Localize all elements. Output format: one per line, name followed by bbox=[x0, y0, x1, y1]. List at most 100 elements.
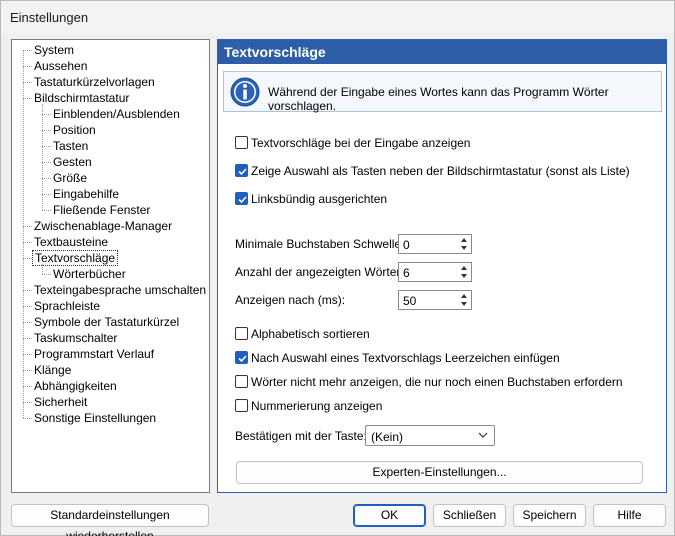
tree-item[interactable]: Taskumschalter bbox=[12, 330, 209, 346]
tree-connector bbox=[23, 258, 32, 259]
info-text: Während der Eingabe eines Wortes kann da… bbox=[268, 85, 609, 113]
checkbox-checked[interactable] bbox=[235, 351, 248, 364]
tree-item[interactable]: Eingabehilfe bbox=[12, 186, 209, 202]
tree-item[interactable]: Tastaturkürzelvorlagen bbox=[12, 74, 209, 90]
checkbox-label: Textvorschläge bei der Eingabe anzeigen bbox=[251, 136, 471, 150]
tree-connector bbox=[23, 242, 32, 243]
tree-item-label: Klänge bbox=[34, 363, 72, 377]
checkbox-label: Nummerierung anzeigen bbox=[251, 399, 383, 413]
spin-input[interactable]: 50 bbox=[398, 290, 472, 310]
tree-item[interactable]: Fließende Fenster bbox=[12, 202, 209, 218]
expert-settings-button[interactable]: Experten-Einstellungen... bbox=[236, 461, 643, 484]
spin-field-label: Minimale Buchstaben Schwelle: bbox=[235, 237, 405, 251]
save-button[interactable]: Speichern bbox=[513, 504, 586, 527]
tree-connector bbox=[23, 66, 32, 67]
tree-connector bbox=[23, 370, 32, 371]
spin-down-icon[interactable] bbox=[458, 272, 470, 280]
tree-item-label: Bildschirmtastatur bbox=[34, 91, 130, 105]
checkbox-label: Wörter nicht mehr anzeigen, die nur noch… bbox=[251, 375, 623, 389]
tree-item-label: Programmstart Verlauf bbox=[34, 347, 155, 361]
settings-tree[interactable]: System Aussehen Tastaturkürzelvorlagen Bild… bbox=[11, 39, 210, 493]
checkbox-unchecked[interactable] bbox=[235, 375, 248, 388]
checkbox-label: Nach Auswahl eines Textvorschlags Leerze… bbox=[251, 351, 560, 365]
tree-item[interactable]: Symbole der Tastaturkürzel bbox=[12, 314, 209, 330]
tree-connector bbox=[42, 146, 51, 147]
tree-item[interactable]: Zwischenablage-Manager bbox=[12, 218, 209, 234]
spin-input[interactable]: 6 bbox=[398, 262, 472, 282]
tree-connector bbox=[42, 194, 51, 195]
help-button[interactable]: Hilfe bbox=[593, 504, 666, 527]
tree-item-label: System bbox=[34, 43, 75, 57]
tree-connector bbox=[23, 338, 32, 339]
tree-item[interactable]: Textbausteine bbox=[12, 234, 209, 250]
confirm-key-value: (Kein) bbox=[371, 430, 404, 444]
tree-connector bbox=[42, 162, 51, 163]
tree-item[interactable]: Sprachleiste bbox=[12, 298, 209, 314]
tree-item[interactable]: Sonstige Einstellungen bbox=[12, 410, 209, 426]
tree-item-label: Symbole der Tastaturkürzel bbox=[34, 315, 180, 329]
checkbox-unchecked[interactable] bbox=[235, 327, 248, 340]
tree-item-label: Fließende Fenster bbox=[53, 203, 151, 217]
settings-window: Einstellungen System Aussehen Tastaturkürz… bbox=[0, 0, 675, 536]
tree-item[interactable]: Einblenden/Ausblenden bbox=[12, 106, 209, 122]
tree-connector bbox=[23, 354, 32, 355]
close-button[interactable]: Schließen bbox=[433, 504, 506, 527]
spin-value: 50 bbox=[403, 294, 417, 308]
checkbox-checked[interactable] bbox=[235, 192, 248, 205]
tree-item-label: Eingabehilfe bbox=[53, 187, 120, 201]
spin-down-icon[interactable] bbox=[458, 300, 470, 308]
tree-item[interactable]: Größe bbox=[12, 170, 209, 186]
tree-item[interactable]: Programmstart Verlauf bbox=[12, 346, 209, 362]
tree-connector bbox=[42, 130, 51, 131]
tree-item-label: Textvorschläge bbox=[32, 250, 119, 266]
tree-item-label: Sonstige Einstellungen bbox=[34, 411, 157, 425]
tree-item-label: Aussehen bbox=[34, 59, 88, 73]
ok-button[interactable]: OK bbox=[353, 504, 426, 527]
tree-item[interactable]: Position bbox=[12, 122, 209, 138]
tree-item[interactable]: Wörterbücher bbox=[12, 266, 209, 282]
tree-item[interactable]: Aussehen bbox=[12, 58, 209, 74]
tree-item[interactable]: Tasten bbox=[12, 138, 209, 154]
checkbox-checked[interactable] bbox=[235, 164, 248, 177]
tree-item-label: Wörterbücher bbox=[53, 267, 126, 281]
tree-item[interactable]: Abhängigkeiten bbox=[12, 378, 209, 394]
spin-input[interactable]: 0 bbox=[398, 234, 472, 254]
checkbox-label: Zeige Auswahl als Tasten neben der Bilds… bbox=[251, 164, 630, 178]
tree-connector bbox=[42, 114, 51, 115]
spin-value: 0 bbox=[403, 238, 410, 252]
tree-connector bbox=[23, 402, 32, 403]
spin-down-icon[interactable] bbox=[458, 244, 470, 252]
tree-item-label: Tastaturkürzelvorlagen bbox=[34, 75, 155, 89]
tree-item[interactable]: Bildschirmtastatur bbox=[12, 90, 209, 106]
restore-defaults-button[interactable]: Standardeinstellungen wiederherstellen bbox=[11, 504, 209, 536]
tree-item[interactable]: Gesten bbox=[12, 154, 209, 170]
window-title: Einstellungen bbox=[10, 10, 89, 25]
tree-item[interactable]: Texteingabesprache umschalten bbox=[12, 282, 209, 298]
confirm-key-label: Bestätigen mit der Taste: bbox=[235, 429, 367, 443]
spin-up-icon[interactable] bbox=[458, 292, 470, 300]
panel-title: Textvorschläge bbox=[218, 40, 666, 64]
tree-item[interactable]: Textvorschläge bbox=[12, 250, 209, 266]
tree-connector bbox=[42, 210, 51, 211]
tree-connector bbox=[23, 82, 32, 83]
tree-item[interactable]: Sicherheit bbox=[12, 394, 209, 410]
tree-item-label: Zwischenablage-Manager bbox=[34, 219, 173, 233]
tree-item[interactable]: Klänge bbox=[12, 362, 209, 378]
checkbox-unchecked[interactable] bbox=[235, 399, 248, 412]
tree-item-label: Position bbox=[53, 123, 96, 137]
tree-connector bbox=[23, 50, 32, 51]
tree-connector bbox=[23, 418, 32, 419]
tree-connector bbox=[42, 274, 51, 275]
checkbox-unchecked[interactable] bbox=[235, 136, 248, 149]
spin-up-icon[interactable] bbox=[458, 236, 470, 244]
tree-item-label: Textbausteine bbox=[34, 235, 109, 249]
info-box: Während der Eingabe eines Wortes kann da… bbox=[223, 71, 662, 113]
tree-connector bbox=[23, 290, 32, 291]
tree-item[interactable]: System bbox=[12, 42, 209, 58]
tree-connector bbox=[23, 306, 32, 307]
tree-connector bbox=[23, 322, 32, 323]
spin-up-icon[interactable] bbox=[458, 264, 470, 272]
tree-item-label: Gesten bbox=[53, 155, 92, 169]
confirm-key-select[interactable]: (Kein) bbox=[365, 425, 495, 446]
spin-value: 6 bbox=[403, 266, 410, 280]
